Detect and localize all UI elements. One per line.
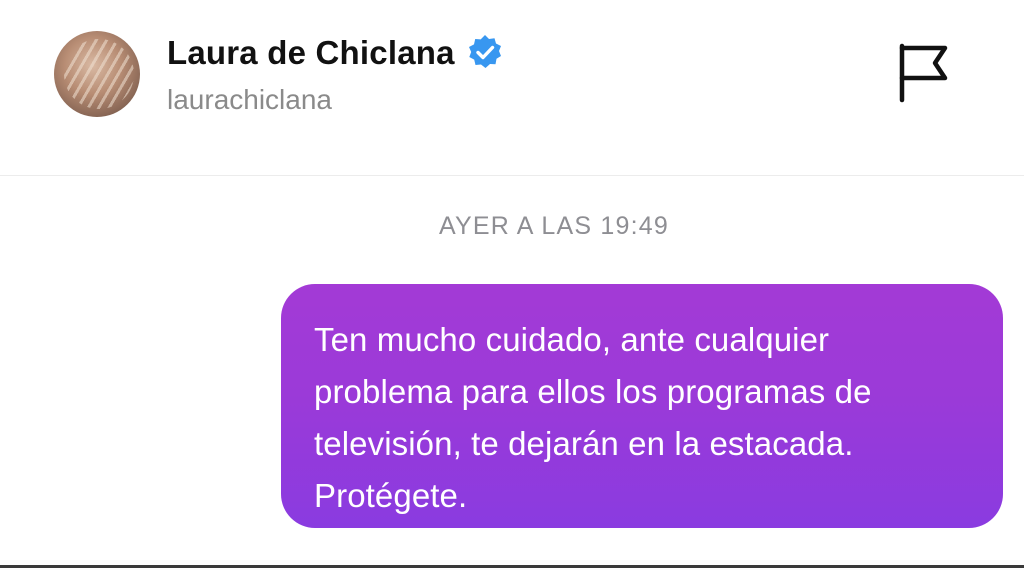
- conversation-header: Laura de Chiclana laurachiclana: [0, 0, 1024, 176]
- flag-icon[interactable]: [893, 42, 951, 104]
- verified-badge-icon: [468, 35, 501, 68]
- name-row: Laura de Chiclana: [167, 32, 505, 74]
- avatar[interactable]: [54, 31, 140, 117]
- contact-name[interactable]: Laura de Chiclana: [167, 34, 455, 72]
- message-text: Ten mucho cuidado, ante cualquier proble…: [314, 321, 872, 514]
- message-timestamp: AYER A LAS 19:49: [439, 212, 669, 240]
- message-bubble-outgoing[interactable]: Ten mucho cuidado, ante cualquier proble…: [281, 284, 1003, 528]
- contact-handle: laurachiclana: [167, 84, 332, 115]
- avatar-photo-texture: [64, 39, 134, 109]
